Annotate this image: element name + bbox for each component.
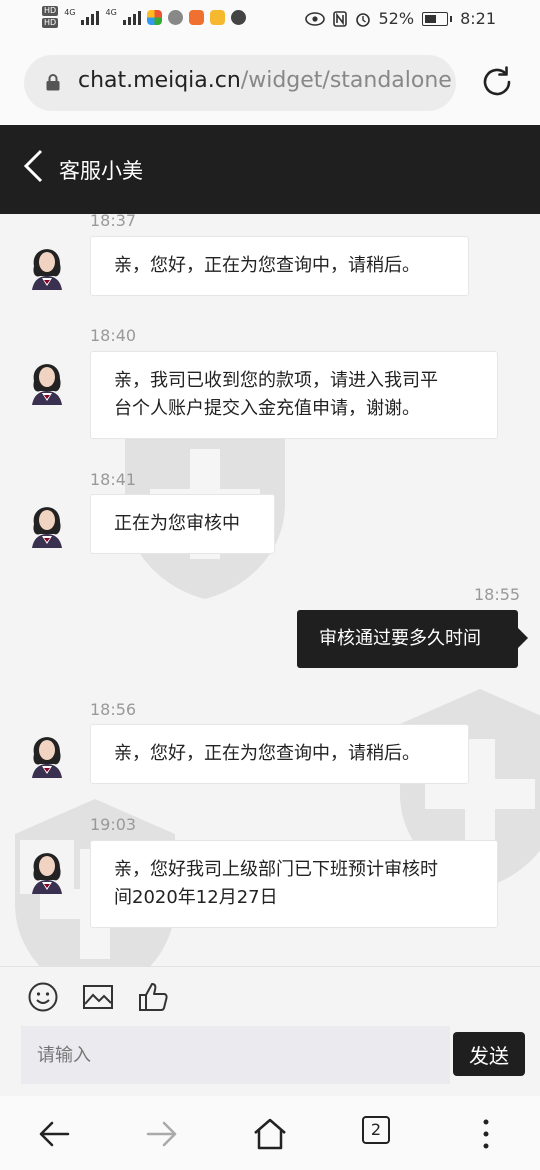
reload-icon[interactable] (479, 64, 515, 100)
message-time: 18:40 (90, 326, 137, 345)
message-text: 亲，您好，正在为您查询中，请稍后。 (114, 255, 420, 276)
agent-message-bubble: 亲，您好，正在为您查询中，请稍后。 (90, 724, 469, 784)
agent-avatar (20, 236, 74, 290)
alarm-icon (355, 12, 370, 27)
image-icon[interactable] (82, 981, 114, 1013)
agent-avatar (20, 494, 74, 548)
agent-message-bubble: 亲，您好，正在为您查询中，请稍后。 (90, 236, 469, 296)
app-notification-icon (188, 9, 204, 25)
emoji-icon[interactable] (27, 981, 59, 1013)
app-notification-icon (146, 9, 162, 25)
message-time: 18:56 (90, 700, 137, 719)
forward-arrow-icon[interactable] (144, 1116, 180, 1152)
message-text-line-1: 亲，您好我司上级部门已下班预计审核时 (114, 859, 438, 880)
hd-badge-2: HD (42, 18, 59, 28)
browser-bottom-nav: 2 (0, 1096, 540, 1170)
message-text-line-2: 台个人账户提交入金充值申请，谢谢。 (114, 398, 420, 419)
message-time: 18:37 (90, 214, 137, 230)
message-time: 18:55 (474, 585, 521, 604)
message-text: 正在为您审核中 (114, 513, 240, 534)
app-notification-icon (209, 9, 225, 25)
message-time: 19:03 (90, 815, 137, 834)
message-text-line-1: 亲，我司已收到您的款项，请进入我司平 (114, 370, 438, 391)
message-text: 亲，您好，正在为您查询中，请稍后。 (114, 743, 420, 764)
url-path: /widget/standalone (240, 68, 452, 93)
composer: 发送 (0, 1024, 540, 1096)
composer-toolbar (0, 966, 540, 1025)
more-menu-icon[interactable] (468, 1116, 504, 1152)
page-title: 客服小美 (59, 159, 143, 183)
battery-percent: 52% (378, 9, 415, 28)
app-notification-icon (167, 9, 183, 25)
home-icon[interactable] (252, 1116, 288, 1152)
message-input[interactable] (21, 1026, 450, 1084)
agent-message-bubble: 亲，您好我司上级部门已下班预计审核时 间2020年12月27日 (90, 840, 498, 928)
hd-badge-1: HD (42, 6, 59, 16)
status-bar: HD HD 4G 4G 52% 8:21 (0, 0, 540, 40)
chat-header: 客服小美 (0, 125, 540, 214)
back-arrow-icon[interactable] (36, 1116, 72, 1152)
browser-address-area: chat.meiqia.cn/widget/standalone (0, 40, 540, 125)
battery-icon (422, 11, 449, 26)
network-type-1: 4G (64, 8, 76, 17)
url-text: chat.meiqia.cn/widget/standalone (78, 68, 452, 93)
message-list[interactable]: 18:37 亲，您好，正在为您查询中，请稍后。 18:40 亲，我司已收到您的款… (0, 214, 540, 966)
signal-icon-2 (122, 9, 141, 25)
message-text: 审核通过要多久时间 (319, 628, 481, 649)
agent-message-bubble: 亲，我司已收到您的款项，请进入我司平 台个人账户提交入金充值申请，谢谢。 (90, 351, 498, 439)
signal-icon (81, 9, 100, 25)
message-text-line-2: 间2020年12月27日 (114, 887, 278, 908)
hd-badges: HD HD (42, 6, 59, 28)
agent-avatar (20, 351, 74, 405)
lock-icon (46, 74, 60, 91)
message-time: 18:41 (90, 470, 137, 489)
agent-avatar (20, 840, 74, 894)
back-chevron-icon[interactable] (22, 149, 46, 183)
thumbs-up-icon[interactable] (137, 981, 169, 1013)
send-button[interactable]: 发送 (453, 1032, 525, 1076)
tabs-button[interactable]: 2 (362, 1116, 390, 1144)
agent-message-bubble: 正在为您审核中 (90, 494, 275, 554)
address-bar[interactable]: chat.meiqia.cn/widget/standalone (24, 55, 456, 111)
eye-icon (304, 11, 325, 26)
network-type-2: 4G (105, 8, 117, 17)
agent-avatar (20, 724, 74, 778)
url-host: chat.meiqia.cn (78, 68, 241, 93)
nfc-icon (332, 10, 347, 27)
user-message-bubble: 审核通过要多久时间 (297, 610, 528, 668)
clock: 8:21 (460, 9, 496, 28)
app-notification-icon (230, 9, 246, 25)
